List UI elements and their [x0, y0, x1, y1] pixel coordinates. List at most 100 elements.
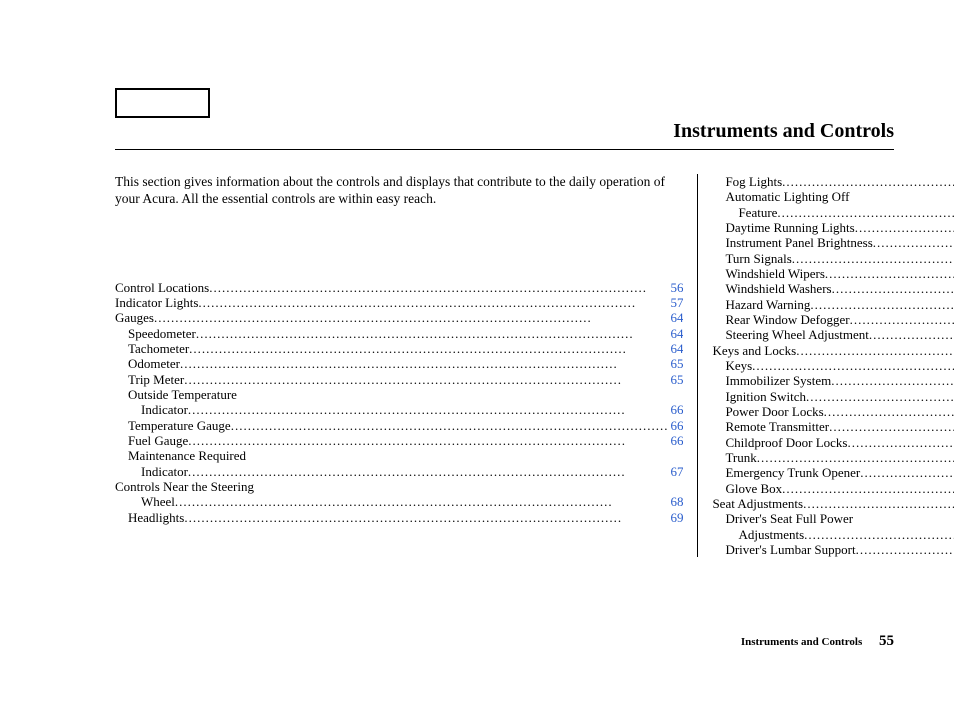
toc-item: Instrument Panel Brightness71 — [712, 235, 954, 250]
toc-label: Remote Transmitter — [725, 419, 829, 434]
toc-label: Childproof Door Locks — [725, 435, 847, 450]
toc-label: Seat Adjustments — [712, 496, 803, 511]
toc-leader — [832, 281, 954, 296]
toc-item: Keys76 — [712, 358, 954, 373]
column-2: Fog Lights70Automatic Lighting OffFeatur… — [698, 174, 954, 557]
column-1: This section gives information about the… — [115, 174, 698, 557]
toc-item: Fog Lights70 — [712, 174, 954, 189]
toc-label: Maintenance Required — [128, 448, 246, 463]
toc-page-link[interactable]: 57 — [668, 295, 683, 310]
toc-leader — [810, 297, 954, 312]
toc-leader — [804, 527, 954, 542]
toc-label: Immobilizer System — [725, 373, 831, 388]
toc-leader — [856, 542, 954, 557]
toc-leader — [803, 496, 954, 511]
toc-item: Automatic Lighting Off — [712, 189, 954, 204]
toc-label: Steering Wheel Adjustment — [725, 327, 868, 342]
toc-leader — [831, 373, 954, 388]
toc-leader — [757, 450, 954, 465]
toc-item: Seat Adjustments88 — [712, 496, 954, 511]
toc-label: Control Locations — [115, 280, 209, 295]
toc-label: Automatic Lighting Off — [725, 189, 849, 204]
toc-label: Turn Signals — [725, 251, 791, 266]
toc-item: Indicator67 — [115, 464, 683, 479]
toc-leader — [855, 220, 954, 235]
toc-leader — [860, 465, 954, 480]
toc-item: Maintenance Required — [115, 448, 683, 463]
toc-columns: This section gives information about the… — [115, 174, 894, 557]
toc-label: Rear Window Defogger — [725, 312, 849, 327]
toc-label: Keys and Locks — [712, 343, 796, 358]
toc-leader — [825, 266, 954, 281]
toc-item: Driver's Seat Full Power — [712, 511, 954, 526]
toc-page-link[interactable]: 68 — [668, 494, 683, 509]
toc-item: Odometer 65 — [115, 356, 683, 371]
toc-leader — [829, 419, 954, 434]
toc-page-link[interactable]: 56 — [668, 280, 683, 295]
toc-leader — [847, 435, 954, 450]
toc-item: Indicator Lights 57 — [115, 295, 683, 310]
toc-item: Windshield Washers73 — [712, 281, 954, 296]
footer-page-number: 55 — [879, 633, 894, 649]
toc-label: Ignition Switch — [725, 389, 806, 404]
toc-page-link[interactable]: 69 — [668, 510, 683, 525]
toc-item: Trunk85 — [712, 450, 954, 465]
toc-item: Wheel68 — [115, 494, 683, 509]
page-header: Instruments and Controls — [115, 120, 894, 150]
toc-leader — [777, 205, 954, 220]
toc-leader — [175, 494, 669, 509]
toc-label: Feature — [738, 205, 777, 220]
toc-item: Indicator 66 — [115, 402, 683, 417]
toc-leader — [188, 464, 669, 479]
toc-leader — [209, 280, 668, 295]
toc-page-link[interactable]: 66 — [668, 433, 683, 448]
toc-item: Headlights69 — [115, 510, 683, 525]
toc-page-link[interactable]: 66 — [668, 418, 683, 433]
toc-leader — [198, 295, 668, 310]
toc-label: Odometer — [128, 356, 180, 371]
toc-leader — [184, 510, 668, 525]
toc-item: Remote Transmitter81 — [712, 419, 954, 434]
toc-label: Driver's Seat Full Power — [725, 511, 853, 526]
toc-label: Adjustments — [738, 527, 804, 542]
footer-section: Instruments and Controls — [741, 636, 862, 648]
header-box — [115, 88, 210, 118]
toc-label: Gauges — [115, 310, 154, 325]
toc-item: Driver's Lumbar Support90 — [712, 542, 954, 557]
header-rule — [115, 149, 894, 150]
toc-label: Fuel Gauge — [128, 433, 188, 448]
toc-leader — [792, 251, 954, 266]
toc-item: Keys and Locks76 — [712, 343, 954, 358]
toc-leader — [806, 389, 954, 404]
toc-list-1: Control Locations56Indicator Lights57Gau… — [115, 280, 683, 525]
toc-label: Controls Near the Steering — [115, 479, 254, 494]
toc-item: Temperature Gauge66 — [115, 418, 683, 433]
toc-label: Keys — [725, 358, 752, 373]
toc-leader — [180, 356, 668, 371]
toc-page-link[interactable]: 66 — [668, 402, 683, 417]
toc-item: Speedometer64 — [115, 326, 683, 341]
toc-page-link[interactable]: 67 — [668, 464, 683, 479]
toc-item: Windshield Wipers72 — [712, 266, 954, 281]
toc-page-link[interactable]: 64 — [668, 341, 683, 356]
toc-label: Outside Temperature — [128, 387, 237, 402]
toc-item: Power Door Locks79 — [712, 404, 954, 419]
toc-leader — [752, 358, 954, 373]
toc-label: Daytime Running Lights — [725, 220, 854, 235]
toc-leader — [184, 372, 668, 387]
toc-label: Indicator — [141, 402, 188, 417]
toc-item: Hazard Warning73 — [712, 297, 954, 312]
toc-leader — [782, 174, 954, 189]
toc-leader — [188, 402, 669, 417]
toc-label: Indicator Lights — [115, 295, 198, 310]
toc-label: Power Door Locks — [725, 404, 823, 419]
toc-item: Ignition Switch78 — [712, 389, 954, 404]
toc-leader — [873, 235, 954, 250]
toc-leader — [188, 433, 668, 448]
toc-page-link[interactable]: 65 — [668, 372, 683, 387]
toc-page-link[interactable]: 65 — [668, 356, 683, 371]
toc-page-link[interactable]: 64 — [668, 310, 683, 325]
toc-page-link[interactable]: 64 — [668, 326, 683, 341]
toc-label: Tachometer — [128, 341, 189, 356]
toc-item: Gauges 64 — [115, 310, 683, 325]
